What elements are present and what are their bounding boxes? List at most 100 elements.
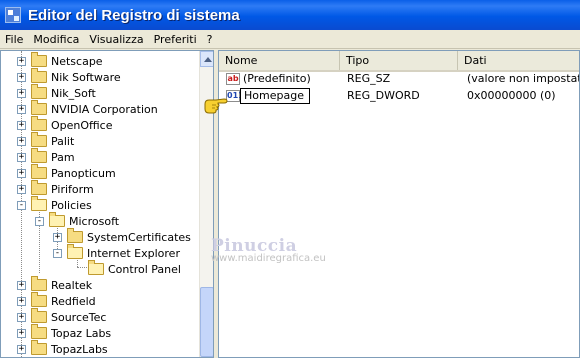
- value-data: (valore non impostato): [467, 72, 579, 85]
- tree-item[interactable]: + Netscape: [17, 52, 103, 69]
- expand-icon[interactable]: +: [17, 168, 26, 178]
- list-row[interactable]: ab (Predefinito) REG_SZ (valore non impo…: [219, 71, 579, 88]
- open-folder-icon: [88, 260, 104, 275]
- registry-key-tree[interactable]: + Netscape + Nik Software + Nik_Soft + N…: [0, 50, 214, 358]
- tree-item[interactable]: + Piriform: [17, 180, 94, 197]
- tree-item-label: Policies: [51, 198, 92, 212]
- tree-item-label: Piriform: [51, 182, 94, 196]
- regedit-app-icon: [5, 7, 21, 23]
- folder-icon: [31, 340, 47, 355]
- tree-item[interactable]: + TopazLabs: [17, 340, 108, 357]
- folder-icon: [31, 180, 47, 195]
- tree-item-control-panel[interactable]: Control Panel: [72, 260, 181, 277]
- expand-icon[interactable]: +: [17, 184, 26, 194]
- expand-icon[interactable]: +: [17, 280, 26, 290]
- tree-item[interactable]: + Panopticum: [17, 164, 116, 181]
- collapse-icon[interactable]: -: [35, 216, 44, 226]
- collapse-icon[interactable]: -: [17, 200, 26, 210]
- tree-item[interactable]: + Palit: [17, 132, 75, 149]
- expand-icon[interactable]: +: [17, 104, 26, 114]
- tree-item[interactable]: + NVIDIA Corporation: [17, 100, 158, 117]
- tree-item[interactable]: + SourceTec: [17, 308, 107, 325]
- tree-item-label: SourceTec: [51, 310, 107, 324]
- expand-icon[interactable]: +: [17, 120, 26, 130]
- folder-icon: [31, 100, 47, 115]
- list-header: Nome Tipo Dati: [219, 51, 579, 72]
- tree-item[interactable]: + Pam: [17, 148, 75, 165]
- tree-item-label: SystemCertificates: [87, 230, 191, 244]
- menu-file[interactable]: File: [0, 33, 28, 46]
- folder-icon: [31, 116, 47, 131]
- column-header-nome[interactable]: Nome: [219, 51, 340, 70]
- tree-item-label: Control Panel: [108, 262, 181, 276]
- tree-item[interactable]: - Policies: [17, 196, 92, 213]
- expand-icon[interactable]: +: [17, 296, 26, 306]
- menu-preferiti[interactable]: Preferiti: [149, 33, 202, 46]
- menu-bar: File Modifica Visualizza Preferiti ?: [0, 30, 580, 49]
- value-data: 0x00000000 (0): [467, 89, 556, 102]
- tree-item[interactable]: + Realtek: [17, 276, 93, 293]
- open-folder-icon: [49, 212, 65, 227]
- watermark: Pinuccia www.maidiregrafica.eu: [211, 236, 326, 264]
- collapse-icon[interactable]: -: [53, 248, 62, 258]
- rename-edit-field[interactable]: Homepage: [240, 88, 310, 104]
- column-header-tipo[interactable]: Tipo: [340, 51, 458, 70]
- tree-item[interactable]: + Nik_Soft: [17, 84, 96, 101]
- open-folder-icon: [31, 196, 47, 211]
- tree-item[interactable]: + Nik Software: [17, 68, 121, 85]
- expand-icon[interactable]: +: [17, 312, 26, 322]
- expand-icon[interactable]: +: [17, 328, 26, 338]
- value-type: REG_SZ: [347, 72, 391, 85]
- tree-item[interactable]: + SystemCertificates: [53, 228, 191, 245]
- open-folder-icon: [67, 244, 83, 259]
- list-row-selected[interactable]: 011 Homepage REG_DWORD 0x00000000 (0): [219, 88, 579, 105]
- tree-item-label: Microsoft: [69, 214, 120, 228]
- pointing-hand-icon: [204, 98, 228, 114]
- folder-icon: [31, 164, 47, 179]
- expand-icon[interactable]: +: [17, 152, 26, 162]
- folder-icon: [31, 276, 47, 291]
- column-header-dati[interactable]: Dati: [458, 51, 579, 70]
- registry-values-list[interactable]: Nome Tipo Dati ab (Predefinito) REG_SZ (…: [218, 50, 580, 358]
- tree-item-label: Netscape: [51, 54, 103, 68]
- expand-icon[interactable]: +: [17, 136, 26, 146]
- expand-icon[interactable]: +: [53, 232, 62, 242]
- tree-item-label: Pam: [51, 150, 75, 164]
- tree-item-label: NVIDIA Corporation: [51, 102, 158, 116]
- tree-item[interactable]: + Redfield: [17, 292, 96, 309]
- scroll-up-button[interactable]: [200, 51, 213, 67]
- expand-icon[interactable]: +: [17, 72, 26, 82]
- dword-value-icon: 011: [226, 90, 244, 102]
- tree-item-label: Nik Software: [51, 70, 121, 84]
- folder-icon: [31, 84, 47, 99]
- tree-item-label: OpenOffice: [51, 118, 113, 132]
- expand-icon[interactable]: +: [17, 88, 26, 98]
- expand-icon[interactable]: +: [17, 56, 26, 66]
- menu-help[interactable]: ?: [202, 33, 218, 46]
- tree-item[interactable]: + OpenOffice: [17, 116, 113, 133]
- tree-item-label: Redfield: [51, 294, 96, 308]
- folder-icon: [31, 52, 47, 67]
- scroll-thumb[interactable]: [200, 287, 213, 357]
- tree-item[interactable]: + Topaz Labs: [17, 324, 112, 341]
- tree-item-label: Palit: [51, 134, 75, 148]
- tree-item-label: TopazLabs: [51, 342, 108, 356]
- value-type: REG_DWORD: [347, 89, 420, 102]
- menu-visualizza[interactable]: Visualizza: [84, 33, 148, 46]
- folder-icon: [31, 132, 47, 147]
- expand-icon[interactable]: +: [17, 344, 26, 354]
- folder-icon: [31, 324, 47, 339]
- title-bar: Editor del Registro di sistema: [0, 0, 580, 30]
- watermark-site: www.maidiregrafica.eu: [211, 253, 326, 264]
- tree-item-label: Topaz Labs: [51, 326, 112, 340]
- folder-icon: [67, 228, 83, 243]
- value-name: (Predefinito): [243, 72, 311, 85]
- tree-item[interactable]: - Microsoft: [35, 212, 120, 229]
- tree-item[interactable]: - Internet Explorer: [53, 244, 180, 261]
- tree-item-label: Realtek: [51, 278, 93, 292]
- tree-item-label: Internet Explorer: [87, 246, 180, 260]
- folder-icon: [31, 68, 47, 83]
- folder-icon: [31, 292, 47, 307]
- window-title: Editor del Registro di sistema: [28, 6, 240, 24]
- menu-modifica[interactable]: Modifica: [28, 33, 84, 46]
